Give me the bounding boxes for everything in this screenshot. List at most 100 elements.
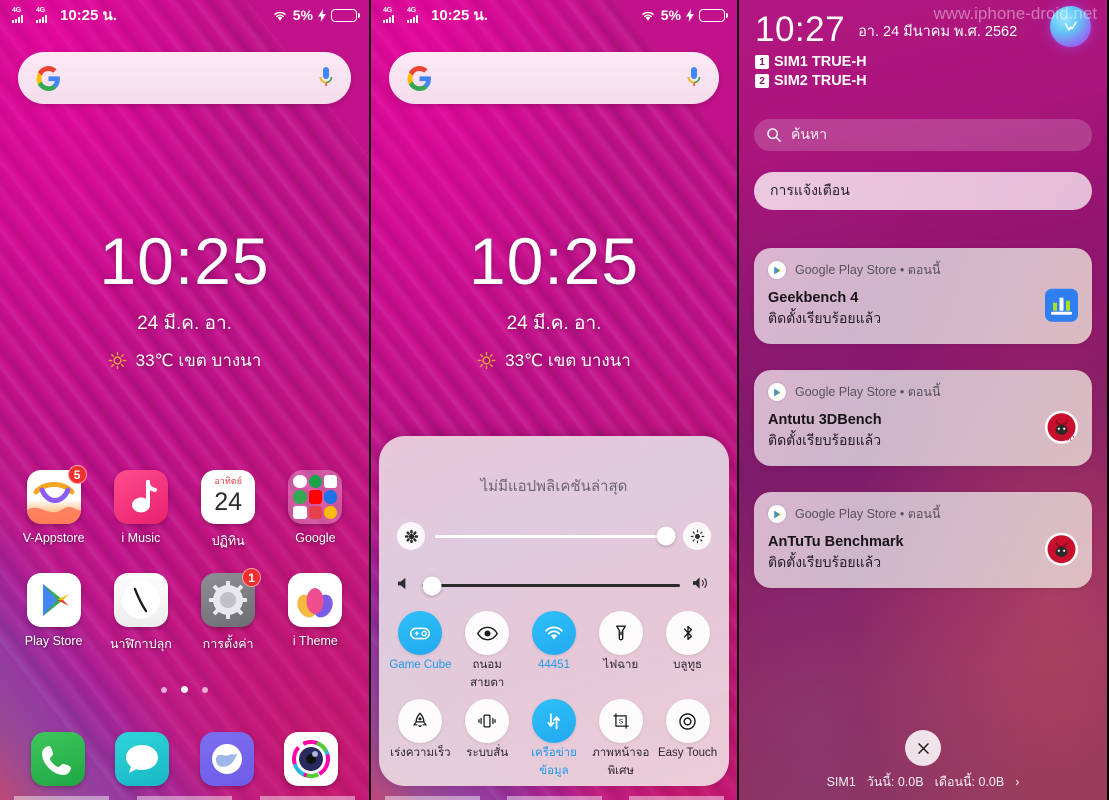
microphone-icon[interactable] [319,67,333,89]
status-time: 10:25 น. [431,7,488,24]
calendar-weekday: อาทิตย์ [214,476,242,486]
nav-home[interactable] [506,796,602,800]
notifications-section-header[interactable]: การแจ้งเตือน [754,172,1092,210]
messages-icon[interactable] [115,732,170,786]
clock-time: 10:25 [99,224,270,298]
microphone-icon[interactable] [687,67,701,89]
page-dot[interactable] [202,687,209,693]
tile-vibrate[interactable]: ระบบสั่น [454,699,521,779]
google-search-widget[interactable] [389,52,719,104]
shade-search-bar[interactable]: ค้นหา [754,119,1092,151]
browser-icon[interactable] [199,732,254,786]
google-search-widget[interactable] [18,52,351,104]
google-g-icon [407,65,431,91]
tile-wifi[interactable]: 44451 [521,611,588,691]
tile-label: เร่งความเร็ว [390,747,451,759]
app-label: นาฬิกาปลุก [109,637,172,651]
play-store-icon [26,573,81,627]
tile-super-screenshot[interactable]: S ภาพหน้าจอ พิเศษ [587,699,654,779]
dock [0,732,369,786]
nav-back[interactable] [384,796,480,800]
volume-slider[interactable] [422,576,680,595]
search-placeholder: ค้นหา [791,126,828,142]
notification-card[interactable]: Google Play Store • ตอนนี้ Geekbench 4 ต… [754,248,1092,344]
sim-number: 1 [755,55,769,69]
app-v-appstore[interactable]: 5 V-Appstore [15,465,93,551]
notification-app-line: Google Play Store • ตอนนี้ [795,385,941,399]
tile-easy-touch[interactable]: Easy Touch [654,699,721,779]
app-settings[interactable]: 1 การตั้งค่า [189,568,267,654]
tile-label: ภาพหน้าจอ พิเศษ [592,747,650,777]
wifi-icon [641,11,654,21]
nav-home[interactable] [137,796,232,800]
volume-mute-icon [397,577,410,595]
data-usage-sim: SIM1 [826,775,856,789]
app-i-theme[interactable]: i Theme [276,573,354,654]
app-google-folder[interactable]: Google [276,470,354,551]
notification-body: ติดตั้งเรียบร้อยแล้ว [768,554,882,570]
app-label: i Theme [292,634,338,648]
camera-icon[interactable] [283,732,338,786]
app-i-music[interactable]: i Music [102,470,180,551]
tile-label: 44451 [538,659,570,671]
calendar-day: 24 [214,488,243,516]
app-calendar[interactable]: อาทิตย์ 24 ปฏิทิน [189,470,267,551]
sim-label: SIM1 TRUE-H [774,54,867,70]
notification-list: Google Play Store • ตอนนี้ Geekbench 4 ต… [754,248,1092,614]
tile-boost[interactable]: เร่งความเร็ว [387,699,454,779]
page-indicator [0,680,369,698]
nav-recents[interactable] [260,796,355,800]
nav-recents[interactable] [628,796,724,800]
notification-card[interactable]: Google Play Store • ตอนนี้ Antutu 3DBenc… [754,370,1092,466]
brightness-icon[interactable] [683,522,711,550]
tile-flashlight[interactable]: ไฟฉาย [587,611,654,691]
app-alarm-clock[interactable]: นาฬิกาปลุก [102,573,180,654]
clock-date: 24 มี.ค. อา. [137,313,232,334]
svg-text:S: S [619,719,624,726]
super-screenshot-icon: S [598,699,643,743]
clock-alarm-icon [113,573,168,627]
auto-brightness-gear-icon[interactable] [397,522,425,550]
google-g-icon [36,65,60,91]
phone-icon[interactable] [31,732,86,786]
play-store-icon [768,505,786,523]
weather-text: 33℃ เขต บางนา [135,351,262,370]
notification-body: ติดตั้งเรียบร้อยแล้ว [768,432,882,448]
clock-weather-widget[interactable]: 10:25 24 มี.ค. อา. 33℃ เขต บางนา [0,228,369,374]
tile-eye-care[interactable]: ถนอม สายตา [454,611,521,691]
data-usage-today: วันนี้: 0.0B [866,775,924,789]
badge-count: 5 [67,465,87,484]
notification-app-line: Google Play Store • ตอนนี้ [795,507,941,521]
sim-number: 2 [755,74,769,88]
status-time: 10:25 น. [60,7,117,24]
app-play-store[interactable]: Play Store [15,573,93,654]
game-cube-icon [398,611,443,655]
wifi-icon [273,11,286,21]
weather-text: 33℃ เขต บางนา [505,351,631,370]
google-folder-icon [288,470,343,524]
brightness-slider-row [379,522,729,550]
app-label: Play Store [24,634,83,648]
battery-percent: 5% [660,7,681,23]
clock-weather-widget[interactable]: 10:25 24 มี.ค. อา. 33℃ เขต บางนา [371,228,737,374]
sim-list: 1 SIM1 TRUE-H 2 SIM2 TRUE-H [755,54,1091,89]
tile-game-cube[interactable]: Game Cube [387,611,454,691]
data-usage-bar[interactable]: SIM1 วันนี้: 0.0B เดือนนี้: 0.0B › [739,772,1107,792]
clear-all-button[interactable] [905,730,941,766]
bluetooth-icon [665,611,710,655]
tile-bluetooth[interactable]: บลูทูธ [654,611,721,691]
clock-date: 24 มี.ค. อา. [506,313,602,334]
notification-title: AnTuTu Benchmark [768,534,904,550]
geekbench-icon [1045,288,1078,322]
brightness-slider[interactable] [435,526,676,546]
page-dot[interactable] [160,687,167,693]
navigation-bar [0,792,369,800]
notification-card[interactable]: Google Play Store • ตอนนี้ AnTuTu Benchm… [754,492,1092,588]
page-dot-active[interactable] [181,686,188,693]
notification-body: ติดตั้งเรียบร้อยแล้ว [768,310,882,326]
antutu-icon [1045,532,1078,566]
tile-mobile-data[interactable]: เครือข่าย ข้อมูล [521,699,588,779]
shade-date: อา. 24 มีนาคม พ.ศ. 2562 [858,24,1018,40]
rocket-boost-icon [398,699,443,743]
nav-back[interactable] [14,796,109,800]
